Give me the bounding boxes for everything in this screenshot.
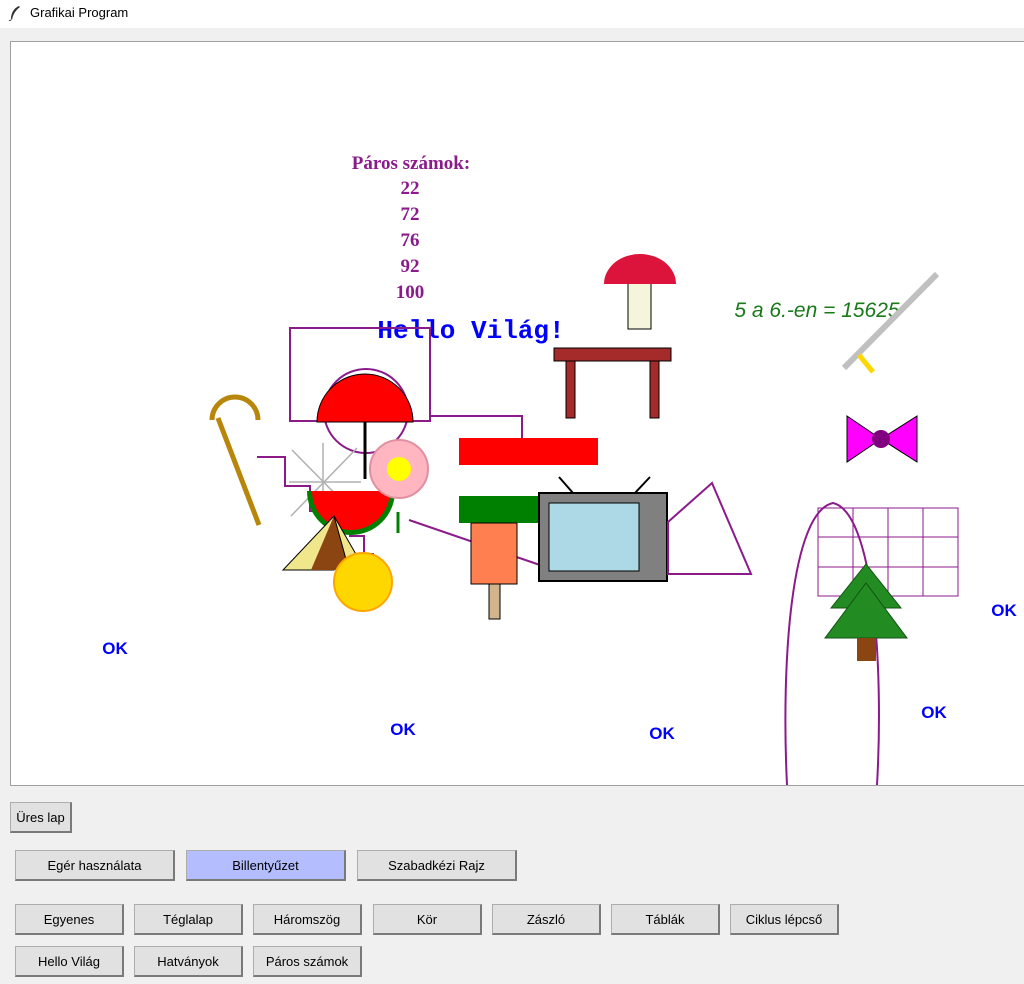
paros-number-3: 76	[401, 230, 420, 251]
tables-button[interactable]: Táblák	[611, 904, 720, 935]
power-text: 5 a 6.-en = 15625	[734, 299, 900, 322]
paros-number-1: 22	[401, 178, 420, 199]
purple-triangle-outline	[667, 481, 753, 575]
line-button[interactable]: Egyenes	[15, 904, 124, 935]
hello-text: Hello Világ!	[377, 316, 564, 346]
ok-label-2: OK	[390, 720, 416, 739]
ok-label-1: OK	[102, 639, 128, 658]
feather-icon	[8, 6, 20, 21]
pine-tree-shape	[824, 563, 908, 661]
circle-button[interactable]: Kör	[373, 904, 482, 935]
paros-number-5: 100	[396, 282, 425, 303]
grid-table-shape	[817, 507, 959, 597]
rectangle-button[interactable]: Téglalap	[134, 904, 243, 935]
ok-label-3: OK	[649, 724, 675, 743]
clear-page-button[interactable]: Üres lap	[10, 802, 72, 833]
bowtie-shape	[846, 415, 918, 463]
mouse-usage-button[interactable]: Egér használata	[15, 850, 175, 881]
purple-connector-line	[431, 415, 523, 439]
stick-line-shape	[841, 271, 940, 374]
window-title: Grafikai Program	[30, 5, 129, 20]
ok-label-5: OK	[991, 601, 1017, 620]
paros-number-2: 72	[401, 204, 420, 225]
paros-title: Páros számok:	[352, 153, 470, 174]
table-shape	[553, 347, 672, 419]
mushroom-shape	[604, 254, 676, 330]
cane-shape	[209, 394, 262, 526]
triangle-button[interactable]: Háromszög	[253, 904, 362, 935]
keyboard-button[interactable]: Billentyűzet	[186, 850, 346, 881]
ok-label-4: OK	[921, 703, 947, 722]
even-numbers-button[interactable]: Páros számok	[253, 946, 362, 977]
drawing-canvas[interactable]: Páros számok: 22 72 76 92 100 Hello Vilá…	[10, 41, 1024, 786]
powers-button[interactable]: Hatványok	[134, 946, 243, 977]
loop-stairs-button[interactable]: Ciklus lépcső	[730, 904, 839, 935]
flower-shape	[369, 439, 429, 499]
watermelon-shape	[307, 491, 400, 535]
rocket-shape	[459, 496, 538, 620]
title-bar: Grafikai Program	[0, 0, 1024, 28]
paros-number-4: 92	[401, 256, 420, 277]
tv-shape	[538, 476, 668, 582]
flag-button[interactable]: Zászló	[492, 904, 601, 935]
hello-world-button[interactable]: Hello Világ	[15, 946, 124, 977]
canvas-drawing[interactable]: Páros számok: 22 72 76 92 100 Hello Vilá…	[11, 42, 1024, 785]
freehand-draw-button[interactable]: Szabadkézi Rajz	[357, 850, 517, 881]
red-rectangle-shape	[459, 438, 598, 465]
sun-circle-shape	[333, 552, 393, 612]
